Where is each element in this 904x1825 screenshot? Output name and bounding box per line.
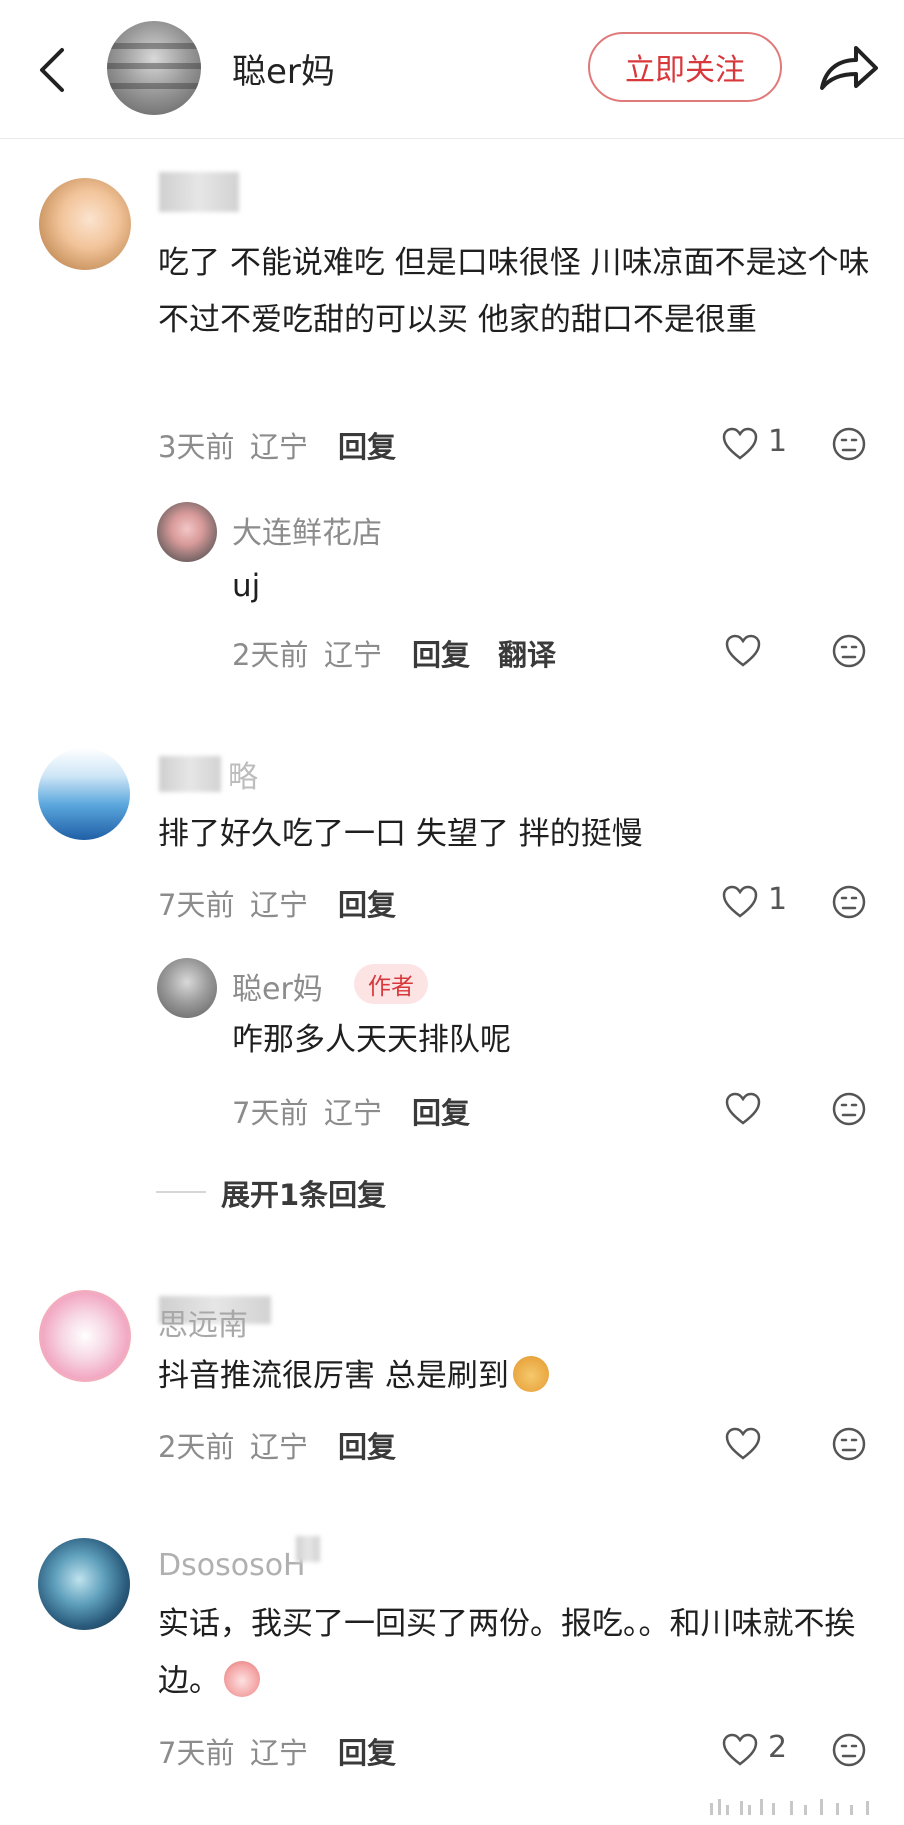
user-name[interactable]: 聪er妈 [232, 964, 323, 1008]
dislike-face-icon[interactable] [831, 1426, 867, 1462]
top-bar: 聪er妈 立即关注 [0, 0, 904, 139]
blurred-user-name [159, 756, 221, 792]
comment-text-content: 实话，我买了一回买了两份。报吃。。和川味就不挨边。 [158, 1606, 856, 1699]
heart-icon[interactable] [725, 1427, 761, 1461]
reply-button[interactable]: 回复 [338, 1730, 396, 1772]
avatar[interactable] [38, 748, 130, 840]
dislike-face-icon[interactable] [831, 884, 867, 920]
expand-divider [156, 1191, 206, 1193]
header-user-name[interactable]: 聪er妈 [232, 44, 335, 93]
like-count: 1 [768, 424, 788, 459]
heart-icon[interactable] [725, 634, 761, 668]
dislike-face-icon[interactable] [831, 1732, 867, 1768]
comment-location: 辽宁 [250, 1736, 309, 1770]
comment-text-content: 抖音推流很厉害 总是刷到 [158, 1358, 509, 1394]
comment-time: 3天前 [158, 430, 235, 464]
comment-text: 实话，我买了一回买了两份。报吃。。和川味就不挨边。 [158, 1596, 883, 1710]
like-count: 1 [768, 882, 788, 917]
comment-time: 7天前 [158, 888, 235, 922]
avatar[interactable] [39, 1290, 131, 1382]
like-count: 2 [768, 1730, 788, 1765]
user-name[interactable]: 略 [228, 752, 258, 796]
comment-time: 7天前 [232, 1096, 309, 1130]
heart-icon[interactable] [722, 1733, 758, 1767]
reply-button[interactable]: 回复 [338, 882, 396, 924]
back-arrow-icon[interactable] [28, 40, 78, 100]
dislike-face-icon[interactable] [831, 426, 867, 462]
comment-time: 2天前 [232, 638, 309, 672]
reply-button[interactable]: 回复 [412, 1090, 470, 1132]
comment-text: uj [232, 568, 261, 604]
heart-icon[interactable] [722, 427, 758, 461]
blurred-name-fragment [296, 1536, 320, 1562]
heart-icon[interactable] [722, 885, 758, 919]
user-name[interactable]: DsososoH [158, 1548, 306, 1583]
avatar[interactable] [157, 502, 217, 562]
share-icon[interactable] [816, 38, 880, 98]
expand-replies-button[interactable]: 展开1条回复 [221, 1172, 386, 1214]
dislike-face-icon[interactable] [831, 1091, 867, 1127]
translate-button[interactable]: 翻译 [498, 632, 556, 674]
reply-button[interactable]: 回复 [338, 424, 396, 466]
dislike-face-icon[interactable] [831, 633, 867, 669]
comment-location: 辽宁 [250, 888, 309, 922]
comment-time: 2天前 [158, 1430, 235, 1464]
avatar[interactable] [157, 958, 217, 1018]
follow-button[interactable]: 立即关注 [588, 32, 782, 102]
scream-emoji-icon [224, 1661, 260, 1697]
user-name[interactable]: 大连鲜花店 [232, 508, 382, 552]
comment-time: 7天前 [158, 1736, 235, 1770]
comment-text: 吃了 不能说难吃 但是口味很怪 川味凉面不是这个味 不过不爱吃甜的可以买 他家的… [158, 245, 870, 338]
avatar[interactable] [38, 1538, 130, 1630]
reply-button[interactable]: 回复 [338, 1424, 396, 1466]
user-name[interactable]: 思远南 [158, 1300, 248, 1344]
header-avatar[interactable] [107, 21, 201, 115]
blurred-user-name [159, 172, 239, 212]
comment-text: 排了好久吃了一口 失望了 拌的挺慢 [158, 816, 643, 852]
author-badge: 作者 [354, 964, 428, 1004]
comment-location: 辽宁 [250, 1430, 309, 1464]
comment-text: 抖音推流很厉害 总是刷到 [158, 1348, 883, 1405]
comment-location: 辽宁 [324, 638, 383, 672]
comment-location: 辽宁 [250, 430, 309, 464]
dog-emoji-icon [512, 1356, 549, 1392]
watermark-bars [710, 1799, 869, 1815]
heart-icon[interactable] [725, 1092, 761, 1126]
comment-text: 咋那多人天天排队呢 [232, 1022, 511, 1058]
comment-location: 辽宁 [324, 1096, 383, 1130]
reply-button[interactable]: 回复 [412, 632, 470, 674]
avatar[interactable] [39, 178, 131, 270]
